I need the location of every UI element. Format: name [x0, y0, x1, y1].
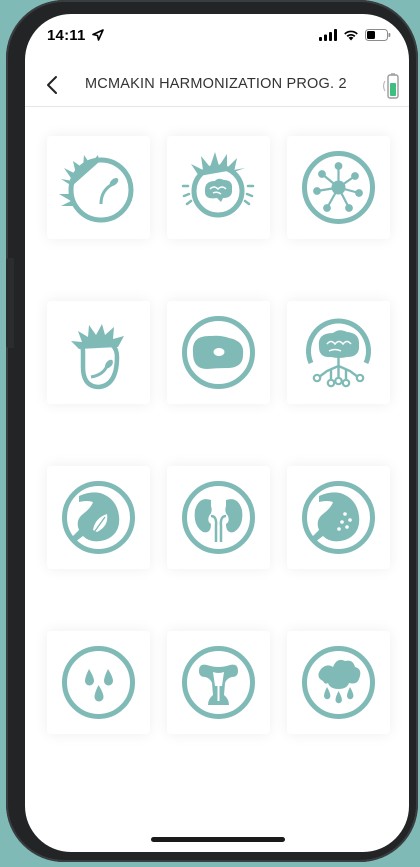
side-button — [6, 258, 14, 348]
program-tile-8[interactable] — [167, 466, 270, 569]
back-chevron-icon[interactable] — [41, 72, 65, 98]
ovum-sperm-icon — [71, 324, 124, 390]
page-title: MCMAKIN HARMONIZATION PROG. 2 — [85, 76, 347, 92]
nav-bar: MCMAKIN HARMONIZATION PROG. 2 — [25, 66, 409, 107]
program-tile-7[interactable] — [47, 466, 150, 569]
status-time: 14:11 — [47, 27, 86, 44]
uterus-icon — [182, 646, 255, 719]
home-indicator[interactable] — [151, 837, 285, 842]
kidneys-icon — [182, 481, 255, 554]
sperm-cell-icon — [59, 155, 134, 223]
signal-icon — [319, 29, 337, 41]
program-tile-6[interactable] — [287, 301, 390, 404]
phone-frame: 14:11 MCMAKIN HARMONIZATION PROG. 2 — [6, 0, 418, 862]
agitated-brain-icon — [181, 152, 255, 218]
program-tile-4[interactable] — [47, 301, 150, 404]
app-screen: 14:11 MCMAKIN HARMONIZATION PROG. 2 — [25, 14, 409, 852]
program-tile-12[interactable] — [287, 631, 390, 734]
location-arrow-icon — [92, 29, 104, 41]
program-tile-9[interactable] — [287, 466, 390, 569]
brain-network-icon — [306, 318, 371, 388]
status-bar: 14:11 — [25, 14, 409, 58]
battery-icon — [365, 29, 391, 41]
stomach-leaf-icon — [62, 481, 135, 554]
program-tile-5[interactable] — [167, 301, 270, 404]
device-battery-icon[interactable] — [381, 72, 403, 100]
program-tile-1[interactable] — [47, 136, 150, 239]
nerve-cell-icon — [302, 151, 375, 224]
program-tile-10[interactable] — [47, 631, 150, 734]
nose-drops-icon — [302, 646, 375, 719]
program-tile-2[interactable] — [167, 136, 270, 239]
status-indicators — [319, 29, 391, 41]
program-tile-3[interactable] — [287, 136, 390, 239]
stomach-dots-icon — [302, 481, 375, 554]
drops-icon — [62, 646, 135, 719]
kidney-bean-icon — [182, 316, 255, 389]
program-tile-11[interactable] — [167, 631, 270, 734]
wifi-icon — [344, 30, 358, 41]
